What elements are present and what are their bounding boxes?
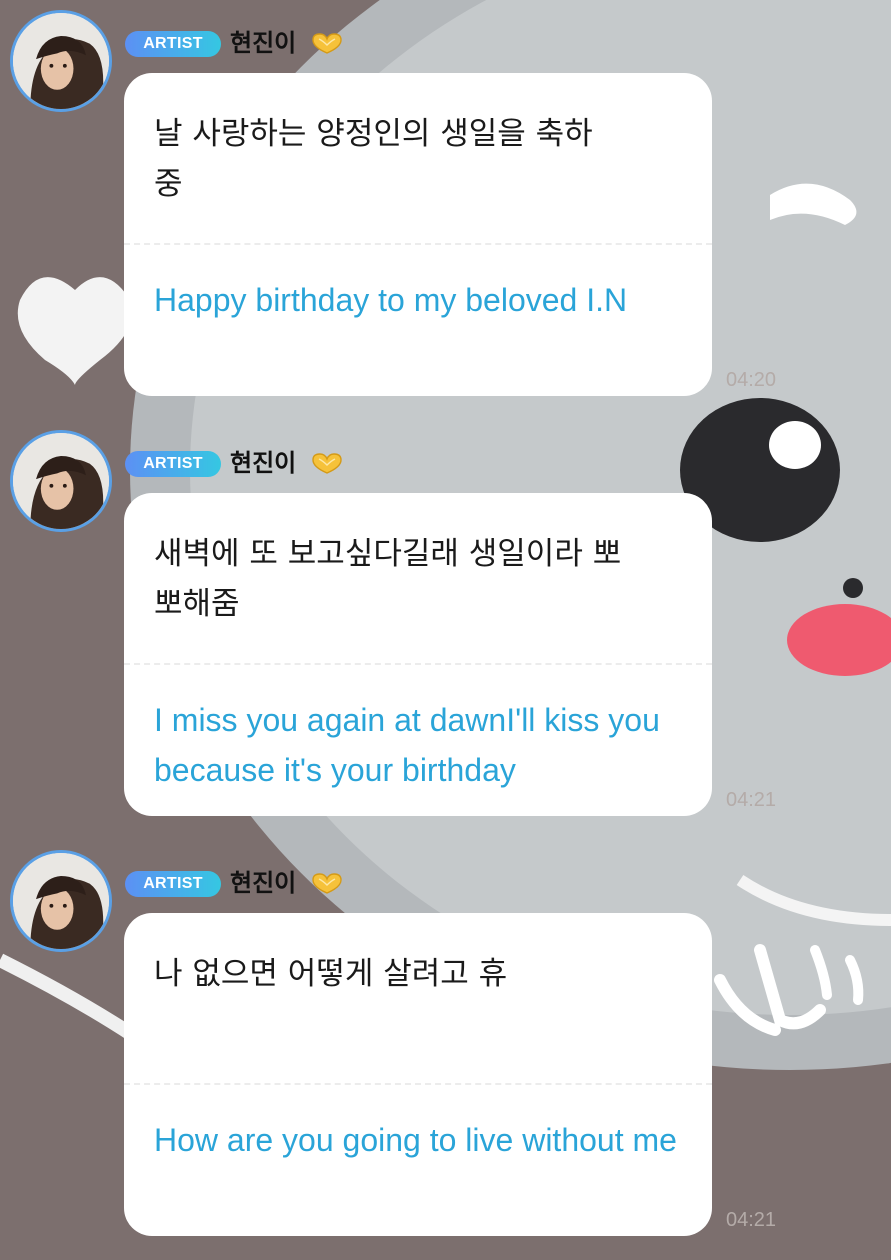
message-bubble[interactable]: 날 사랑하는 양정인의 생일을 축하 중 Happy birthday to m… (124, 73, 712, 396)
original-text: 새벽에 또 보고싶다길래 생일이라 뽀 뽀해줌 (154, 536, 622, 622)
original-text: 나 없으면 어떻게 살려고 휴 (154, 956, 508, 992)
profile-photo-icon (13, 433, 109, 529)
artist-avatar[interactable] (10, 850, 112, 952)
message-bubble[interactable]: 나 없으면 어떻게 살려고 휴 How are you going to liv… (124, 913, 712, 1236)
chat-message: ARTIST 현진이 새벽에 또 보고싶다길래 생일이라 뽀 뽀해줌 I mis… (0, 420, 891, 840)
chat-message: ARTIST 현진이 나 없으면 어떻게 살려고 휴 How are you g… (0, 840, 891, 1260)
artist-username: 현진이 (230, 869, 297, 897)
artist-badge: ARTIST (125, 31, 221, 57)
artist-badge: ARTIST (125, 871, 221, 897)
message-timestamp: 04:21 (726, 789, 777, 811)
artist-username: 현진이 (230, 29, 297, 57)
heart-hands-icon (312, 873, 342, 894)
artist-badge: ARTIST (125, 451, 221, 477)
original-text: 날 사랑하는 양정인의 생일을 축하 중 (154, 116, 593, 202)
translated-text: How are you going to live without me (154, 1122, 677, 1158)
bubble-divider (124, 243, 712, 245)
profile-photo-icon (13, 853, 109, 949)
profile-photo-icon (13, 13, 109, 109)
translated-text: Happy birthday to my beloved I.N (154, 282, 628, 318)
heart-hands-icon (312, 33, 342, 54)
translated-text: I miss you again at dawnI'll kiss you be… (154, 702, 660, 788)
artist-avatar[interactable] (10, 430, 112, 532)
message-bubble[interactable]: 새벽에 또 보고싶다길래 생일이라 뽀 뽀해줌 I miss you again… (124, 493, 712, 816)
bubble-divider (124, 1083, 712, 1085)
message-timestamp: 04:21 (726, 1209, 777, 1231)
artist-avatar[interactable] (10, 10, 112, 112)
chat-message: ARTIST 현진이 날 사랑하는 양정인의 생일을 축하 중 Happy bi… (0, 0, 891, 420)
message-timestamp: 04:20 (726, 369, 777, 391)
heart-hands-icon (312, 453, 342, 474)
artist-username: 현진이 (230, 449, 297, 477)
bubble-divider (124, 663, 712, 665)
